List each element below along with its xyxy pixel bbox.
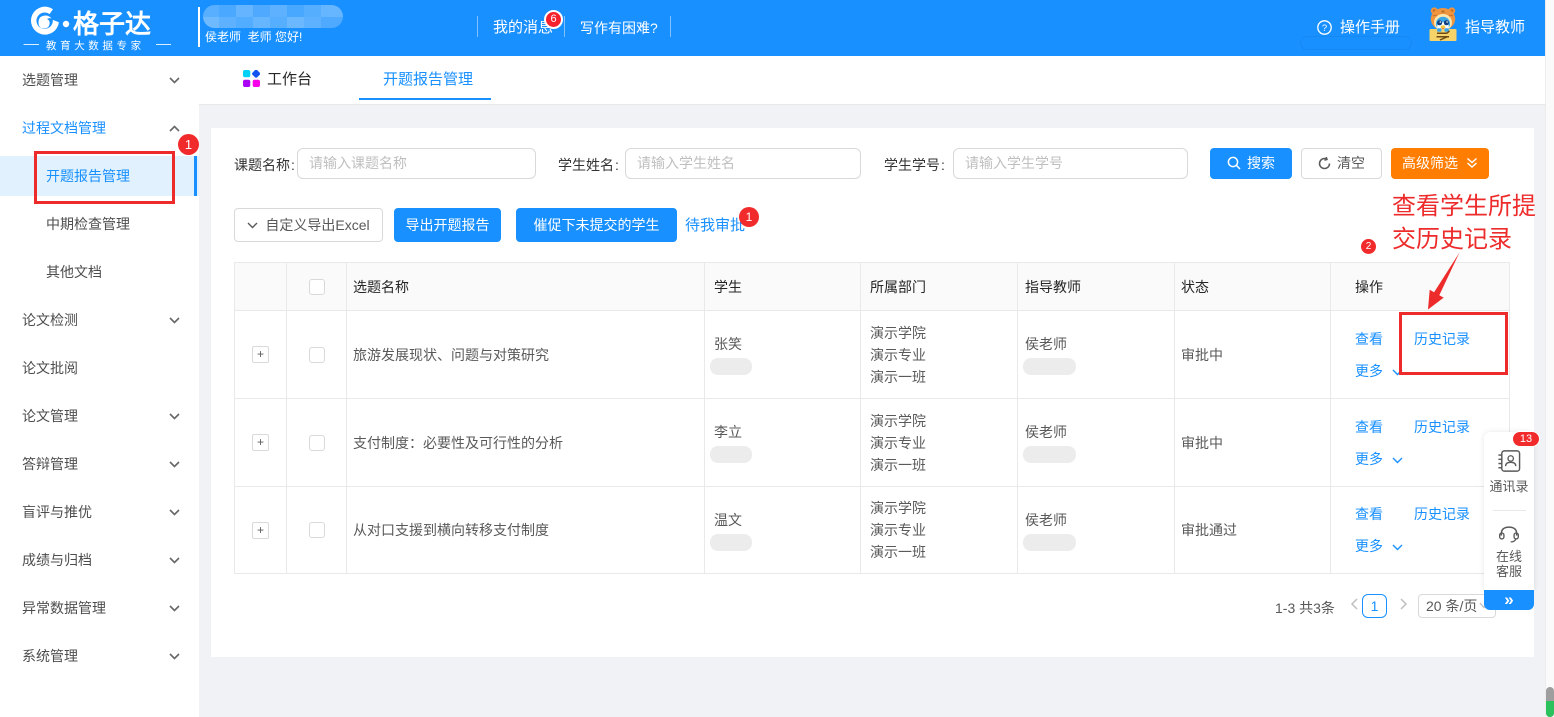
svg-text:?: ?: [1322, 23, 1327, 34]
svg-text:教育大数据专家: 教育大数据专家: [46, 39, 145, 52]
svg-text:格子达: 格子达: [73, 9, 151, 39]
